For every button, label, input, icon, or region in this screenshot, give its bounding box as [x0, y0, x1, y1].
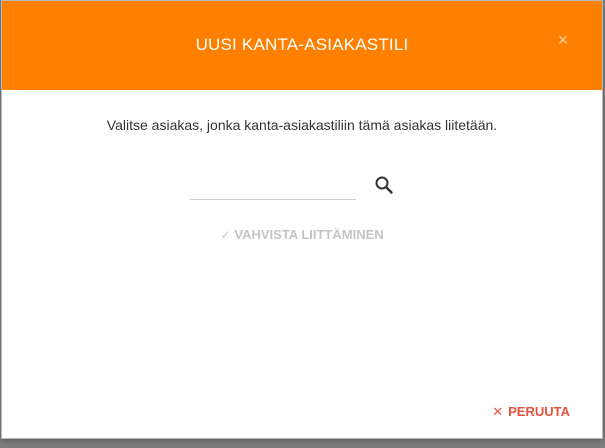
confirm-link-button[interactable]: ✓ VAHVISTA LIITTÄMINEN [2, 227, 602, 242]
close-button[interactable]: × [554, 31, 572, 49]
close-icon: × [557, 30, 569, 50]
customer-search [190, 171, 400, 203]
dialog-header: UUSI KANTA-ASIAKASTILI × [2, 1, 602, 90]
close-icon: ✕ [492, 404, 504, 419]
new-loyalty-account-dialog: UUSI KANTA-ASIAKASTILI × Valitse asiakas… [1, 0, 603, 439]
dialog-title: UUSI KANTA-ASIAKASTILI [195, 35, 409, 54]
cancel-label: PERUUTA [508, 404, 570, 419]
instruction-text: Valitse asiakas, jonka kanta-asiakastili… [106, 117, 498, 133]
customer-search-input[interactable] [190, 171, 356, 200]
confirm-link-label: VAHVISTA LIITTÄMINEN [234, 227, 384, 242]
check-icon: ✓ [220, 228, 231, 242]
search-icon[interactable] [374, 175, 394, 195]
cancel-button[interactable]: ✕ PERUUTA [492, 404, 570, 420]
